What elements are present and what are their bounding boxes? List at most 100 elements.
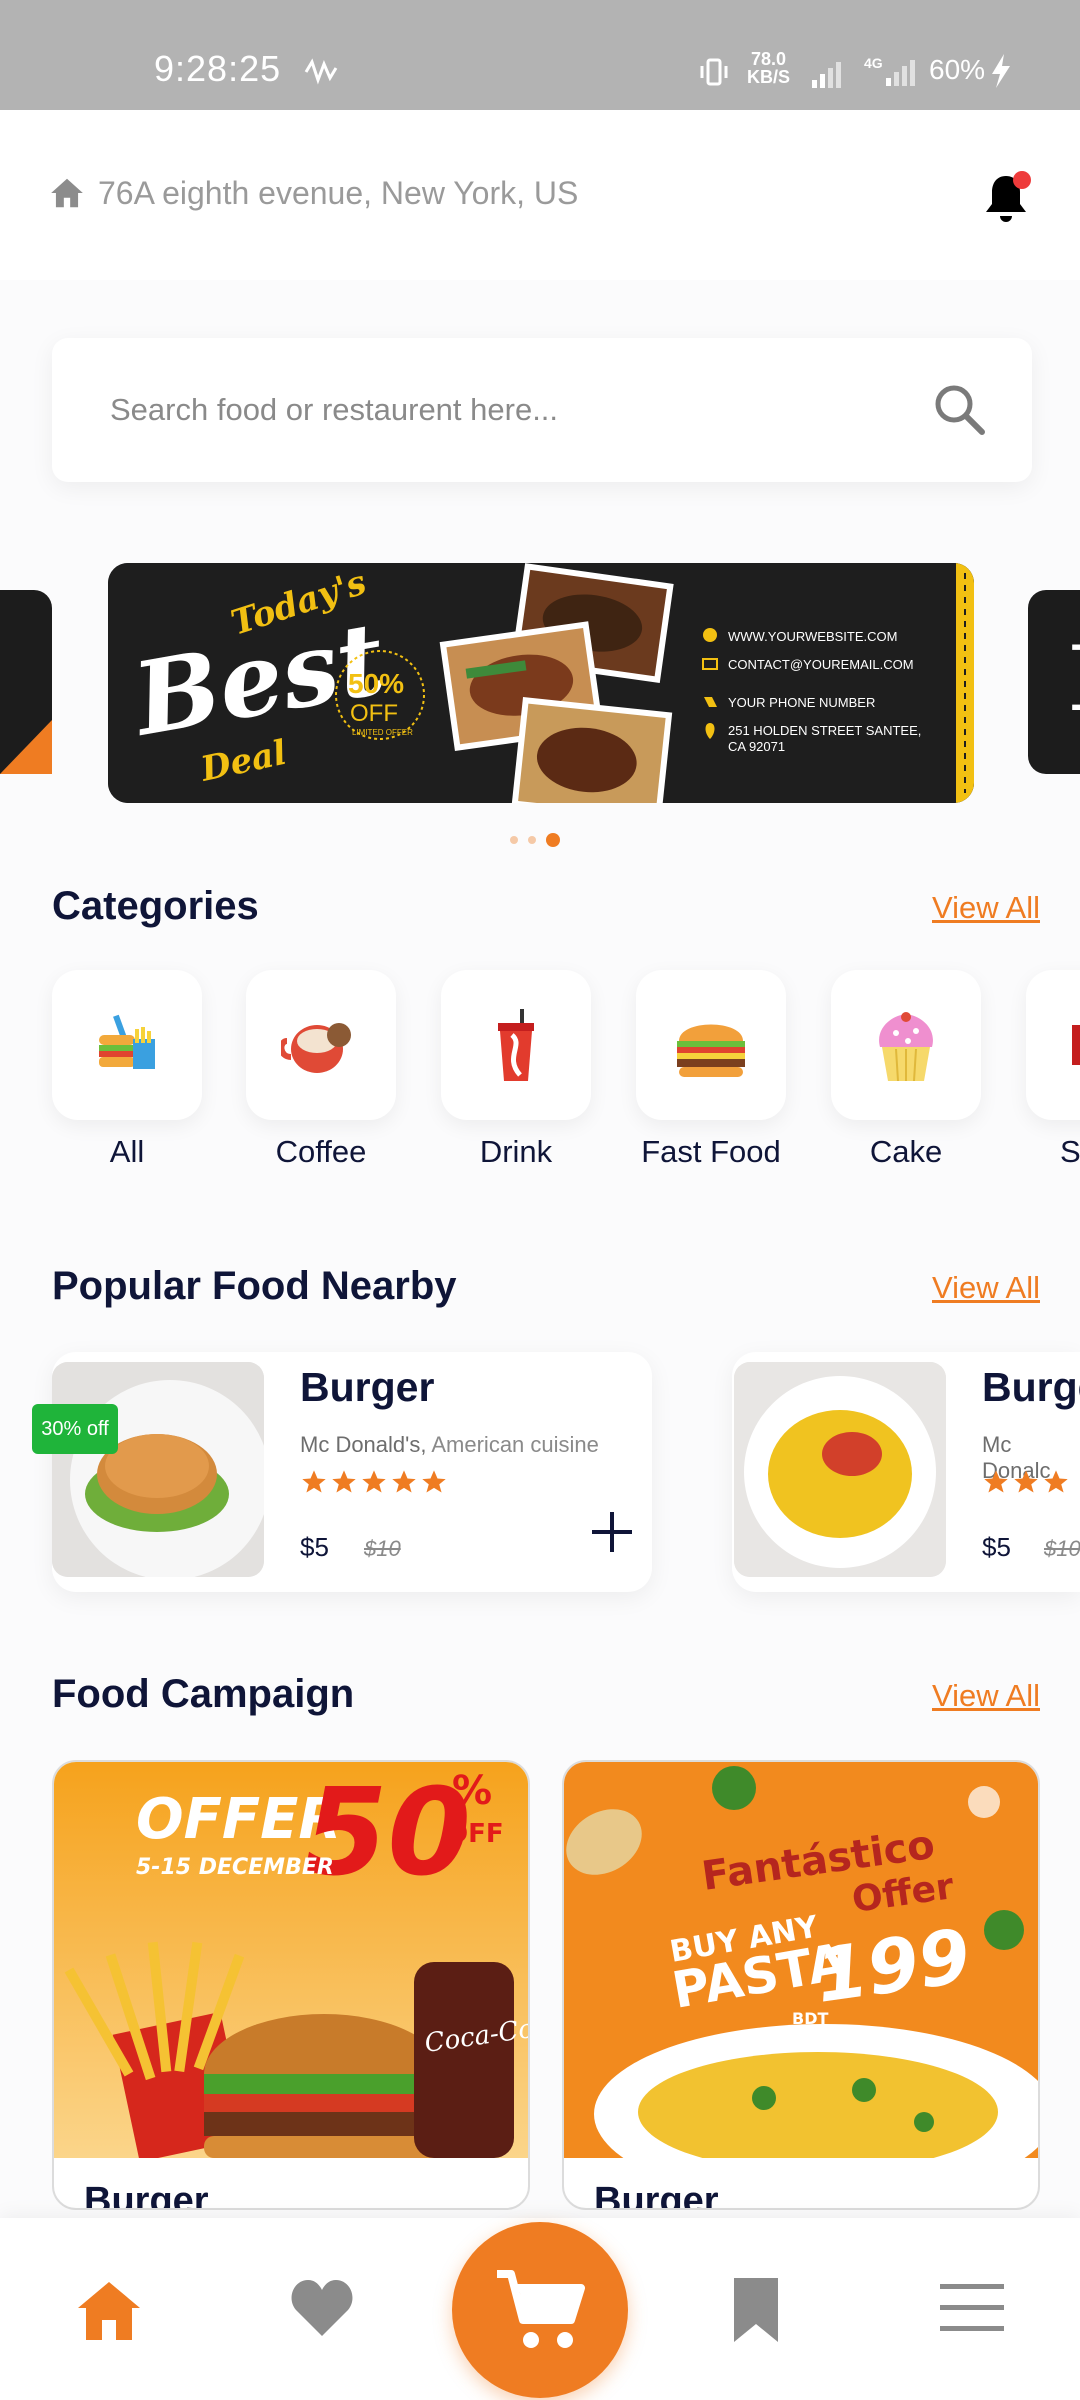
- status-bar: 9:28:25 78.0 KB/S 4G 60%: [0, 0, 1080, 110]
- menu-icon[interactable]: [940, 2284, 1004, 2332]
- campaign-view-all[interactable]: View All: [932, 1678, 1040, 1714]
- food-price: $5: [982, 1532, 1011, 1562]
- food-old-price: $10: [1044, 1536, 1080, 1561]
- promo-banner[interactable]: Today's Best Deal 50% OFF LIMITED OFFER …: [108, 563, 974, 803]
- banner-prev-peek[interactable]: [0, 590, 52, 774]
- vibrate-mode-icon: [700, 58, 728, 86]
- signal-4g-icon: 4G: [864, 55, 915, 86]
- speed-unit: KB/S: [747, 67, 791, 87]
- banner-address-1: 251 HOLDEN STREET SANTEE,: [728, 723, 921, 738]
- header: 76A eighth evenue, New York, US: [0, 110, 1080, 280]
- popular-title: Popular Food Nearby: [52, 1264, 457, 1308]
- star-icon: [984, 1470, 1008, 1493]
- star-icon: [422, 1470, 446, 1493]
- burger-icon: [677, 1024, 745, 1077]
- home-screen: 9:28:25 78.0 KB/S 4G 60% 76A eighth even…: [0, 0, 1080, 2400]
- category-list: All Coffee Drink Fast Food Cake S: [52, 970, 1080, 1180]
- star-icon: [362, 1470, 386, 1493]
- category-label: Fast Food: [641, 1134, 781, 1169]
- campaign-title: Food Campaign: [52, 1672, 355, 1716]
- banner-limited: LIMITED OFFER: [352, 728, 413, 737]
- food-image-pasta: [734, 1362, 946, 1577]
- popular-food-card[interactable]: Burger Mc Donald's, American cuisine $5 …: [52, 1352, 652, 1592]
- search-bar: [52, 338, 1032, 482]
- food-name: Burge: [982, 1364, 1080, 1410]
- food-old-price: $10: [364, 1536, 401, 1561]
- restaurant-info: Mc Donald's, American cuisine: [300, 1432, 599, 1458]
- campaign-dates: 5-15 DECEMBER: [136, 1855, 334, 1880]
- banner-website: WWW.YOURWEBSITE.COM: [728, 629, 897, 644]
- search-input[interactable]: [110, 338, 930, 482]
- cupcake-icon: [879, 1012, 933, 1082]
- campaign-card[interactable]: OFFER 50 % OFF 5-15 DECEMBER Coca-Cola B…: [52, 1760, 530, 2210]
- restaurant-name: Mc Donald's,: [300, 1432, 427, 1457]
- vibrate-signal-icon: [304, 58, 338, 85]
- category-label: All: [109, 1134, 145, 1169]
- banner-discount-word: OFF: [350, 700, 398, 727]
- carousel-dot-active[interactable]: [546, 833, 560, 847]
- charging-icon: [992, 54, 1010, 88]
- campaign-food-name: Burger: [84, 2180, 209, 2210]
- category-cake[interactable]: Cake: [831, 970, 981, 1170]
- category-label: Cake: [869, 1134, 943, 1169]
- star-icon: [332, 1470, 356, 1493]
- campaign-offer-off: OFF: [446, 1819, 504, 1849]
- bell-icon[interactable]: [982, 170, 1034, 226]
- categories-title: Categories: [52, 884, 259, 928]
- address-text: 76A eighth evenue, New York, US: [98, 174, 579, 211]
- svg-text:4G: 4G: [864, 55, 883, 71]
- network-speed: 78.0 KB/S: [747, 50, 790, 86]
- carousel-dot[interactable]: [510, 836, 518, 844]
- category-label: Drink: [479, 1134, 553, 1169]
- carousel-indicator: [510, 833, 560, 847]
- star-rating: [300, 1468, 448, 1496]
- category-partial[interactable]: S: [1026, 970, 1080, 1170]
- campaign-image-pasta: Fantástico Offer BUY ANY PASTA BDT 199: [564, 1762, 1038, 2158]
- cart-icon: [497, 2270, 585, 2348]
- category-fast-food[interactable]: Fast Food: [636, 970, 786, 1170]
- banner-artwork: Today's Best Deal 50% OFF LIMITED OFFER …: [108, 563, 974, 803]
- add-to-cart-icon[interactable]: [588, 1508, 636, 1556]
- star-icon: [1044, 1470, 1068, 1493]
- category-drink[interactable]: Drink: [441, 970, 591, 1170]
- speed-value: 78.0: [750, 49, 787, 69]
- star-icon: [392, 1470, 416, 1493]
- campaign-card[interactable]: Fantástico Offer BUY ANY PASTA BDT 199 B…: [562, 1760, 1040, 2210]
- location-address[interactable]: 76A eighth evenue, New York, US: [48, 174, 578, 212]
- search-icon[interactable]: [932, 382, 988, 438]
- home-icon[interactable]: [76, 2278, 142, 2342]
- heart-icon[interactable]: [290, 2278, 354, 2338]
- banner-address-2: CA 92071: [728, 739, 785, 754]
- category-all[interactable]: All: [52, 970, 202, 1170]
- category-label: S: [1060, 1134, 1080, 1169]
- food-price: $5: [300, 1532, 329, 1562]
- discount-badge: 30% off: [32, 1404, 118, 1454]
- banner-next-peek[interactable]: B: [1028, 590, 1080, 774]
- category-label: Coffee: [275, 1134, 367, 1169]
- cuisine-text: American cuisine: [431, 1432, 599, 1457]
- category-coffee[interactable]: Coffee: [246, 970, 396, 1170]
- star-icon: [1014, 1470, 1038, 1493]
- svg-text:B: B: [1068, 626, 1080, 732]
- star-rating: [982, 1468, 1070, 1496]
- popular-food-card[interactable]: Burge Mc Donalc $5 $10: [732, 1352, 1080, 1592]
- snack-icon: [1072, 1025, 1080, 1065]
- banner-phone: YOUR PHONE NUMBER: [728, 695, 875, 710]
- carousel-dot[interactable]: [528, 836, 536, 844]
- food-image-burger: [52, 1362, 264, 1577]
- campaign-image-burger: OFFER 50 % OFF 5-15 DECEMBER Coca-Cola: [54, 1762, 528, 2158]
- popular-view-all[interactable]: View All: [932, 1270, 1040, 1306]
- home-icon: [51, 178, 83, 208]
- categories-view-all[interactable]: View All: [932, 890, 1040, 926]
- banner-email: CONTACT@YOUREMAIL.COM: [728, 657, 914, 672]
- battery-level: 60%: [929, 54, 986, 85]
- cart-button[interactable]: [452, 2222, 628, 2398]
- all-food-icon: [99, 1014, 155, 1069]
- food-name: Burger: [300, 1364, 435, 1410]
- campaign-offer-suffix: %: [452, 1768, 492, 1814]
- drink-icon: [498, 1009, 534, 1081]
- coffee-icon: [281, 1023, 351, 1073]
- status-time: 9:28:25: [154, 48, 282, 89]
- signal-icon: [812, 62, 841, 88]
- bookmark-icon[interactable]: [734, 2278, 778, 2342]
